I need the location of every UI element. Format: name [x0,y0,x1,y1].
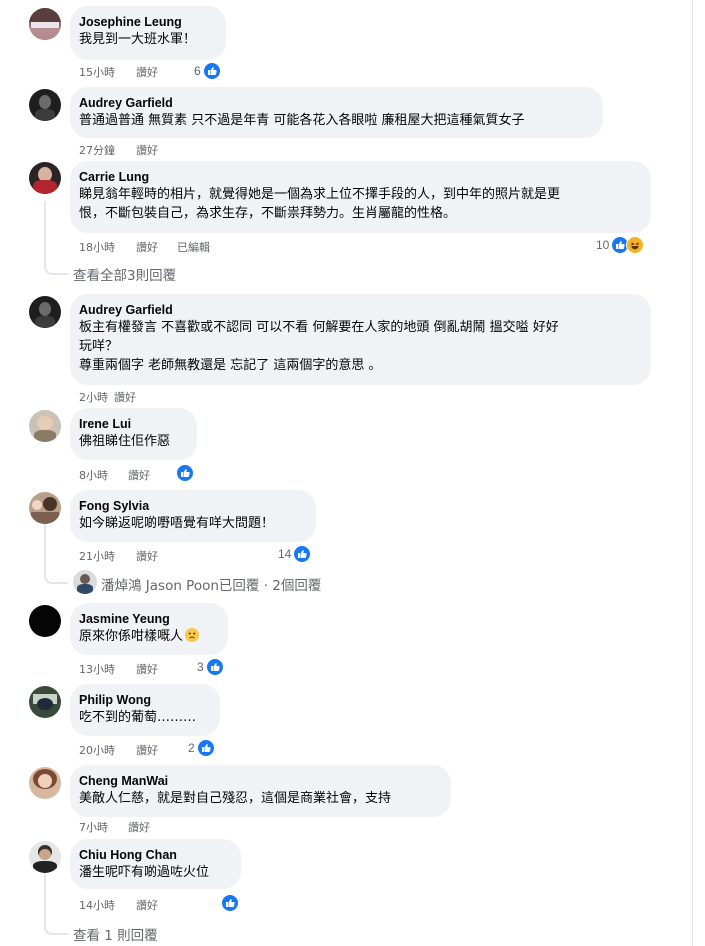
timestamp[interactable]: 8小時 [79,467,108,483]
like-button[interactable]: 讚好 [136,64,158,80]
like-button[interactable]: 讚好 [136,142,158,158]
comment-text: 佛祖睇住佢作惡 [79,434,171,449]
like-icon [205,658,224,676]
confused-emoji-icon [185,628,200,642]
comment-text: 我見到一大班水軍！ [79,32,197,47]
commenter-name[interactable]: Carrie Lung [79,169,639,185]
comment-bubble: Carrie Lung 睇見翁年輕時的相片，就覺得她是一個為求上位不擇手段的人，… [70,161,651,233]
timestamp[interactable]: 2小時 [79,389,108,405]
commenter-name[interactable]: Chiu Hong Chan [79,847,229,863]
timestamp[interactable]: 18小時 [79,239,115,255]
commenter-name[interactable]: Jasmine Yeung [79,611,216,627]
avatar[interactable] [29,410,61,442]
like-icon [176,464,194,482]
commenter-name[interactable]: Fong Sylvia [79,498,304,514]
view-replies-link[interactable]: 查看 1 則回覆 [73,924,158,944]
reaction-count[interactable]: 14 [278,545,312,563]
comment-bubble: Jasmine Yeung 原來你係咁樣嘅人 [70,603,228,655]
like-button[interactable]: 讚好 [128,819,150,835]
avatar[interactable] [29,296,61,328]
comment-text: 吃不到的葡萄……… [79,710,197,725]
avatar[interactable] [29,686,61,718]
comment-text: 板主有權發言 不喜歡或不認同 可以不看 何解要在人家的地頭 倒亂胡鬧 搵交嗌 好… [79,320,559,335]
comment-bubble: Audrey Garfield 普通過普通 無質素 只不過是年青 可能各花入各眼… [70,87,603,138]
panel-divider [692,0,693,946]
like-button[interactable]: 讚好 [114,389,136,405]
timestamp[interactable]: 15小時 [79,64,115,80]
comment-text: 恨，不斷包裝自己，為求生存，不斷祟拜勢力。生肖屬龍的性格。 [79,206,457,221]
haha-icon [626,236,645,254]
reply-thread-line [44,524,68,584]
edited-label: 已編輯 [177,241,210,254]
comment-text: 睇見翁年輕時的相片，就覺得她是一個為求上位不擇手段的人，到中年的照片就是更 [79,187,561,202]
like-button[interactable]: 讚好 [136,239,158,255]
avatar[interactable] [29,605,61,637]
like-button[interactable]: 讚好 [136,897,158,913]
timestamp[interactable]: 14小時 [79,897,115,913]
reaction-count[interactable]: 10 [596,236,645,254]
comment-bubble: Irene Lui 佛祖睇住佢作惡 [70,408,197,460]
timestamp[interactable]: 7小時 [79,819,108,835]
comment-text: 普通過普通 無質素 只不過是年青 可能各花入各眼啦 廉租屋大把這種氣質女子 [79,113,525,128]
commenter-name[interactable]: Irene Lui [79,416,185,432]
avatar[interactable] [29,492,61,524]
reaction-count[interactable]: 6 [194,62,221,80]
commenter-name[interactable]: Audrey Garfield [79,302,639,318]
commenter-name[interactable]: Audrey Garfield [79,95,591,111]
comment-text: 美敵人仁慈，就是對自己殘忍，這個是商業社會，支持 [79,791,392,806]
like-button[interactable]: 讚好 [136,661,158,677]
avatar[interactable] [29,89,61,121]
like-icon [196,739,215,757]
like-button[interactable]: 讚好 [136,548,158,564]
like-button[interactable]: 讚好 [136,742,158,758]
avatar[interactable] [29,767,61,799]
reply-thread-line [44,201,68,275]
comment-bubble: Josephine Leung 我見到一大班水軍！ [70,6,226,60]
reaction-count[interactable]: 2 [188,739,215,757]
comment-bubble: Fong Sylvia 如今睇返呢啲嘢唔覺有咩大問題！ [70,490,316,542]
avatar[interactable] [29,8,61,40]
comment-text: 原來你係咁樣嘅人 [79,627,216,646]
reaction-count[interactable] [221,894,239,912]
commenter-name[interactable]: Philip Wong [79,692,208,708]
comment-bubble: Chiu Hong Chan 潘生呢吓有啲過咗火位 [70,839,241,889]
reaction-count[interactable] [176,464,194,482]
reply-thread-line [44,873,68,935]
like-icon [293,545,312,563]
like-button[interactable]: 讚好 [128,467,150,483]
view-replies-link[interactable]: 查看全部3則回覆 [73,264,176,284]
like-icon [221,894,239,912]
avatar[interactable] [29,841,61,873]
comment-text: 玩咩？ [79,339,119,354]
comment-bubble: Audrey Garfield 板主有權發言 不喜歡或不認同 可以不看 何解要在… [70,294,651,385]
reply-avatar[interactable] [73,570,97,594]
commenter-name[interactable]: Cheng ManWai [79,773,439,789]
view-replies-link[interactable]: 潘焯鴻 Jason Poon已回覆 · 2個回覆 [101,574,321,594]
comment-text: 如今睇返呢啲嘢唔覺有咩大問題！ [79,516,275,531]
avatar[interactable] [29,162,61,194]
timestamp[interactable]: 21小時 [79,548,115,564]
reaction-count[interactable]: 3 [197,658,224,676]
comment-bubble: Philip Wong 吃不到的葡萄……… [70,684,220,736]
commenter-name[interactable]: Josephine Leung [79,14,214,30]
comment-text: 尊重兩個字 老師無教還是 忘記了 這兩個字的意思 。 [79,358,382,373]
timestamp[interactable]: 13小時 [79,661,115,677]
timestamp[interactable]: 27分鐘 [79,142,115,158]
comment-bubble: Cheng ManWai 美敵人仁慈，就是對自己殘忍，這個是商業社會，支持 [70,765,451,817]
like-icon [202,62,221,80]
timestamp[interactable]: 20小時 [79,742,115,758]
comment-text: 潘生呢吓有啲過咗火位 [79,865,210,880]
